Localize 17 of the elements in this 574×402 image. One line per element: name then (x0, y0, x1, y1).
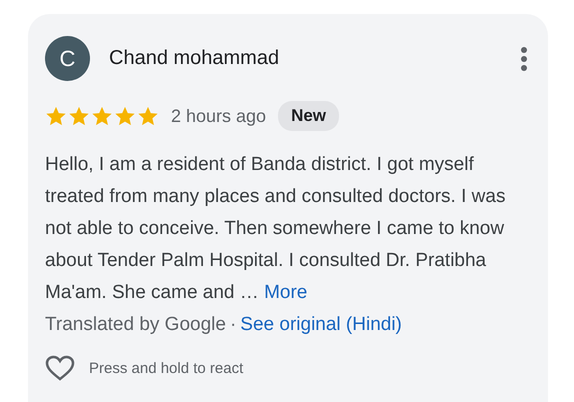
translation-note: Translated by Google (45, 313, 226, 337)
star-icon (137, 105, 159, 127)
new-badge: New (278, 101, 340, 131)
react-hint: Press and hold to react (89, 360, 244, 376)
star-icon (68, 105, 90, 127)
more-link[interactable]: More (264, 282, 308, 303)
heart-icon[interactable] (45, 355, 75, 381)
star-icon (114, 105, 136, 127)
more-options-icon[interactable] (520, 46, 528, 72)
review-text: Hello, I am a resident of Banda district. I got myself treated from many places and consulted doctors. I was not able to conceive. Then somewhere I came to know about Tender Palm Hospital. I consulted Dr. Pratibha Ma'am. She came and … More (45, 153, 506, 305)
star-icon (91, 105, 113, 127)
author-name: Chand mohammad (109, 47, 280, 70)
see-original-link[interactable]: See original (Hindi) (240, 309, 402, 341)
review-time: 2 hours ago (171, 106, 266, 126)
avatar: C (45, 36, 90, 81)
star-icon (45, 105, 67, 127)
separator: · (230, 313, 236, 337)
